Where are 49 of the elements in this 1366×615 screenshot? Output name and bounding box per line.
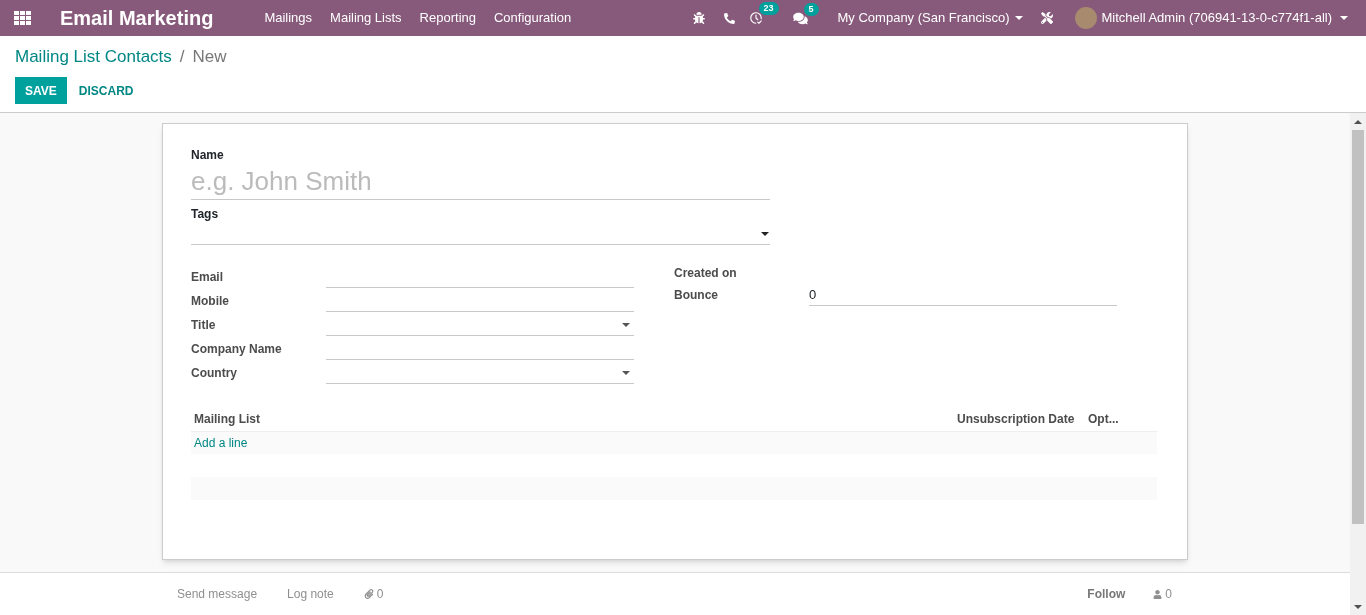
debug-bug-icon[interactable] bbox=[692, 12, 705, 24]
breadcrumb-current: New bbox=[192, 46, 227, 69]
menu-link[interactable]: Reporting bbox=[419, 8, 476, 28]
field-label: Name bbox=[191, 147, 225, 164]
field-label: Country bbox=[191, 365, 238, 382]
field-label: Tags bbox=[191, 206, 220, 223]
caret-icon bbox=[622, 322, 630, 327]
message-count-badge: 5 bbox=[803, 2, 819, 16]
field-label: Company Name bbox=[191, 341, 283, 358]
field-label: Email bbox=[191, 269, 224, 286]
column-header[interactable]: Opt... bbox=[1088, 410, 1154, 428]
log-note-button[interactable]: Log note bbox=[287, 585, 334, 603]
field-label: Title bbox=[191, 317, 217, 334]
field-label: Created on bbox=[674, 265, 738, 282]
caret-icon bbox=[1340, 16, 1348, 20]
add-line-link[interactable]: Add a line bbox=[194, 434, 248, 452]
apps-grid-icon[interactable] bbox=[14, 11, 31, 25]
column-header[interactable]: Mailing List bbox=[194, 410, 957, 428]
follow-button[interactable]: Follow bbox=[1087, 585, 1126, 603]
avatar bbox=[1075, 7, 1098, 29]
caret-icon bbox=[1015, 16, 1024, 20]
caret-icon bbox=[622, 370, 630, 375]
app-title[interactable]: Email Marketing bbox=[60, 3, 214, 33]
paperclip-icon bbox=[363, 589, 374, 599]
caret-icon bbox=[761, 231, 769, 236]
send-message-button[interactable]: Send message bbox=[177, 585, 258, 603]
field-label: Bounce bbox=[674, 287, 719, 304]
name-input[interactable]: e.g. John Smith bbox=[191, 164, 770, 200]
messages-icon[interactable] bbox=[792, 11, 808, 25]
scrollbar[interactable] bbox=[1350, 113, 1366, 615]
company-switcher[interactable]: My Company (San Francisco) bbox=[837, 8, 1024, 28]
menu-link[interactable]: Mailing Lists bbox=[330, 8, 402, 28]
phone-icon[interactable] bbox=[723, 12, 735, 24]
breadcrumb-link[interactable]: Mailing List Contacts bbox=[15, 44, 172, 70]
user-icon bbox=[1153, 589, 1163, 599]
user-menu[interactable]: Mitchell Admin (706941-13-0-c774f1-all) bbox=[1075, 7, 1348, 29]
menu-link[interactable]: Configuration bbox=[494, 8, 572, 28]
tools-icon[interactable] bbox=[1041, 12, 1054, 24]
activity-clock-icon[interactable] bbox=[748, 11, 763, 25]
breadcrumb-separator: / bbox=[179, 46, 185, 69]
column-header[interactable]: Unsubscription Date bbox=[957, 410, 1088, 428]
save-button[interactable]: SAVE bbox=[15, 77, 67, 104]
input-field[interactable]: 0 bbox=[809, 284, 1117, 306]
activity-count-badge: 23 bbox=[758, 2, 779, 15]
attachments-button[interactable]: 0 bbox=[363, 585, 384, 603]
field-label: Mobile bbox=[191, 293, 230, 310]
discard-button[interactable]: DISCARD bbox=[68, 77, 144, 104]
followers-button[interactable]: 0 bbox=[1153, 585, 1172, 603]
menu-link[interactable]: Mailings bbox=[264, 8, 313, 28]
